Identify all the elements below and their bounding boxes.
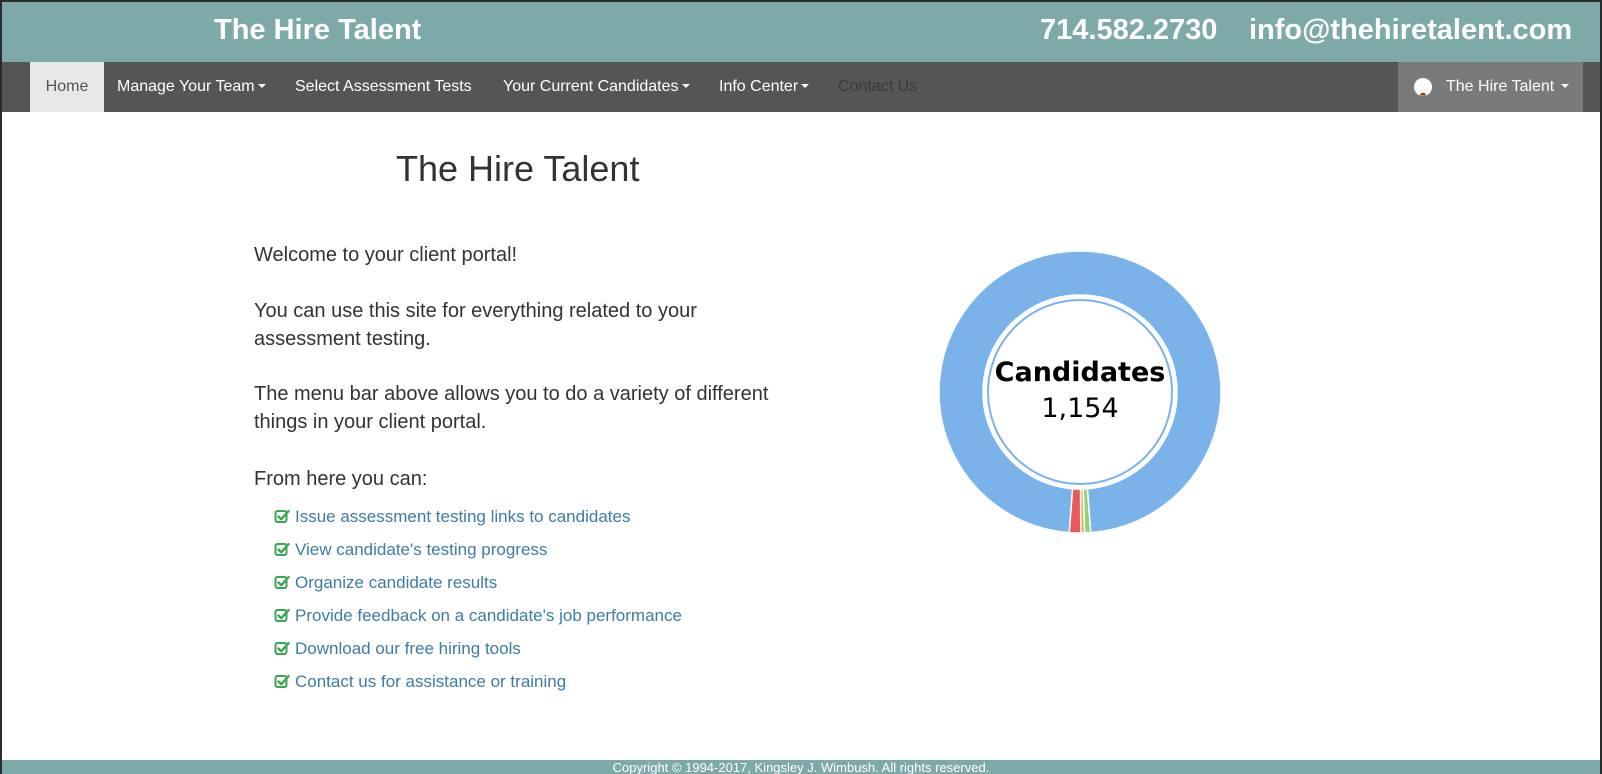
user-menu-label: The Hire Talent xyxy=(1446,62,1570,112)
feature-list: Issue assessment testing links to candid… xyxy=(274,500,682,698)
checkbox-checked-icon xyxy=(274,609,290,623)
checkbox-checked-icon xyxy=(274,675,290,689)
nav-select-assessment-tests-label: Select Assessment Tests xyxy=(295,78,472,95)
checkbox-checked-icon xyxy=(274,543,290,557)
welcome-text: Welcome to your client portal! xyxy=(254,244,518,266)
top-header: The Hire Talent 714.582.2730 info@thehir… xyxy=(0,0,1602,62)
feature-provide-feedback[interactable]: Provide feedback on a candidate's job pe… xyxy=(274,599,682,632)
donut-title: Candidates xyxy=(994,357,1166,388)
feature-label: Issue assessment testing links to candid… xyxy=(295,507,631,526)
header-email[interactable]: info@thehiretalent.com xyxy=(1249,14,1572,47)
nav-current-candidates[interactable]: Your Current Candidates xyxy=(503,62,690,112)
footer-copyright: Copyright © 1994-2017, Kingsley J. Wimbu… xyxy=(612,760,990,774)
menu-description: The menu bar above allows you to do a va… xyxy=(254,383,769,433)
chevron-down-icon xyxy=(801,83,810,88)
candidates-donut-chart[interactable] xyxy=(938,250,1222,534)
nav-select-assessment-tests[interactable]: Select Assessment Tests xyxy=(295,62,472,112)
feature-label: Download our free hiring tools xyxy=(295,639,521,658)
chevron-down-icon xyxy=(681,83,690,88)
window-frame xyxy=(0,0,1602,774)
feature-label: Contact us for assistance or training xyxy=(295,672,567,691)
donut-inner-ring xyxy=(987,299,1173,485)
checkbox-checked-icon xyxy=(274,642,290,656)
nav-contact-us-label: Contact Us xyxy=(838,78,918,95)
chevron-down-icon xyxy=(257,83,266,88)
feature-view-progress[interactable]: View candidate's testing progress xyxy=(274,533,682,566)
header-phone[interactable]: 714.582.2730 xyxy=(1040,14,1217,47)
main-navbar: Home Manage Your Team Select Assessment … xyxy=(0,62,1602,112)
checkbox-checked-icon xyxy=(274,510,290,524)
feature-organize-results[interactable]: Organize candidate results xyxy=(274,566,682,599)
nav-manage-team-label: Manage Your Team xyxy=(117,78,255,95)
user-avatar-icon xyxy=(1414,78,1432,96)
feature-label: Organize candidate results xyxy=(295,573,498,592)
user-menu[interactable]: The Hire Talent xyxy=(1398,62,1583,112)
feature-contact-us[interactable]: Contact us for assistance or training xyxy=(274,665,682,698)
feature-download-tools[interactable]: Download our free hiring tools xyxy=(274,632,682,665)
from-here-label: From here you can: xyxy=(254,468,428,490)
nav-info-center-label: Info Center xyxy=(719,78,799,95)
nav-current-candidates-label: Your Current Candidates xyxy=(503,78,679,95)
nav-home[interactable]: Home xyxy=(30,62,104,112)
site-description: You can use this site for everything rel… xyxy=(254,300,697,350)
chevron-down-icon xyxy=(1561,83,1570,88)
feature-label: View candidate's testing progress xyxy=(295,540,548,559)
nav-info-center[interactable]: Info Center xyxy=(719,62,810,112)
checkbox-checked-icon xyxy=(274,576,290,590)
feature-label: Provide feedback on a candidate's job pe… xyxy=(295,606,682,625)
nav-manage-team[interactable]: Manage Your Team xyxy=(117,62,266,112)
page-title: The Hire Talent xyxy=(396,148,640,189)
donut-center-value: 1,154 xyxy=(1041,393,1119,424)
brand-title[interactable]: The Hire Talent xyxy=(214,14,421,47)
nav-contact-us[interactable]: Contact Us xyxy=(838,62,917,112)
nav-home-label: Home xyxy=(45,78,89,95)
feature-issue-links[interactable]: Issue assessment testing links to candid… xyxy=(274,500,682,533)
